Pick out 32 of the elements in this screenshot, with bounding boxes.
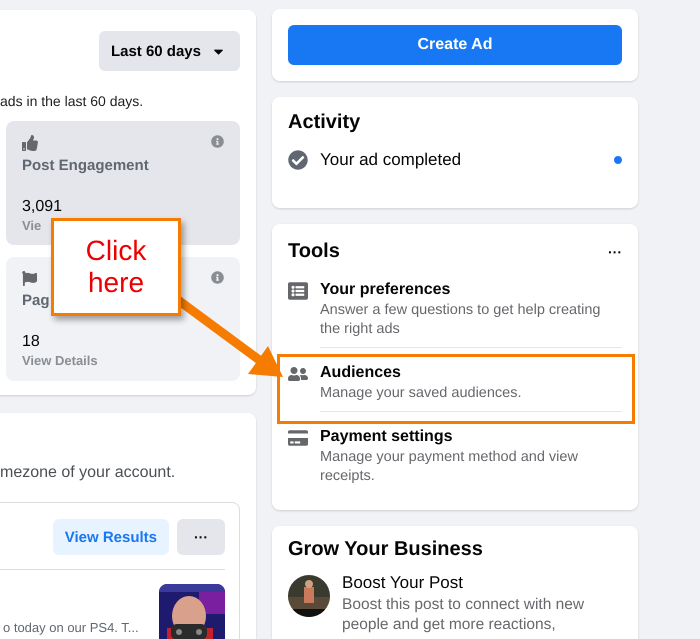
tool-description: Answer a few questions to get help creating the right ads bbox=[320, 301, 602, 339]
summary-text: ads in the last 60 days. bbox=[0, 93, 144, 109]
activity-text[interactable]: Your ad completed bbox=[320, 150, 602, 170]
callout-tooltip: Click here bbox=[51, 218, 181, 316]
timezone-note: mezone of your account. bbox=[0, 464, 176, 482]
list-icon bbox=[288, 281, 308, 301]
flag-icon bbox=[22, 271, 37, 286]
grow-heading: Grow Your Business bbox=[288, 538, 484, 561]
info-icon[interactable] bbox=[211, 271, 224, 284]
stat-value: 18 bbox=[22, 333, 41, 351]
people-icon bbox=[288, 364, 308, 384]
info-icon[interactable] bbox=[211, 135, 224, 148]
tools-heading: Tools bbox=[288, 240, 340, 263]
tool-title[interactable]: Payment settings bbox=[320, 428, 622, 446]
activity-heading: Activity bbox=[288, 111, 362, 134]
view-results-button[interactable]: View Results bbox=[52, 519, 169, 555]
tool-title[interactable]: Your preferences bbox=[320, 281, 622, 299]
stat-title: Post Engagement bbox=[22, 157, 150, 174]
more-button[interactable]: ··· bbox=[177, 519, 225, 555]
stat-title: Pag bbox=[22, 292, 51, 309]
more-button[interactable]: ··· bbox=[608, 244, 622, 260]
credit-card-icon bbox=[288, 428, 308, 448]
create-ad-button[interactable]: Create Ad bbox=[288, 25, 622, 65]
boost-description: Boost this post to connect with new people and get more reactions, bbox=[342, 595, 586, 635]
tool-description: Manage your payment method and view receipts. bbox=[320, 448, 579, 486]
tool-title[interactable]: Audiences bbox=[320, 364, 622, 382]
stat-value: 3,091 bbox=[22, 198, 64, 216]
tool-description: Manage your saved audiences. bbox=[320, 384, 523, 403]
boost-title[interactable]: Boost Your Post bbox=[342, 573, 622, 593]
thumbs-up-icon bbox=[22, 135, 38, 151]
post-text: o today on our PS4. T... bbox=[3, 620, 139, 635]
date-range-dropdown[interactable]: Last 60 days bbox=[98, 31, 240, 71]
